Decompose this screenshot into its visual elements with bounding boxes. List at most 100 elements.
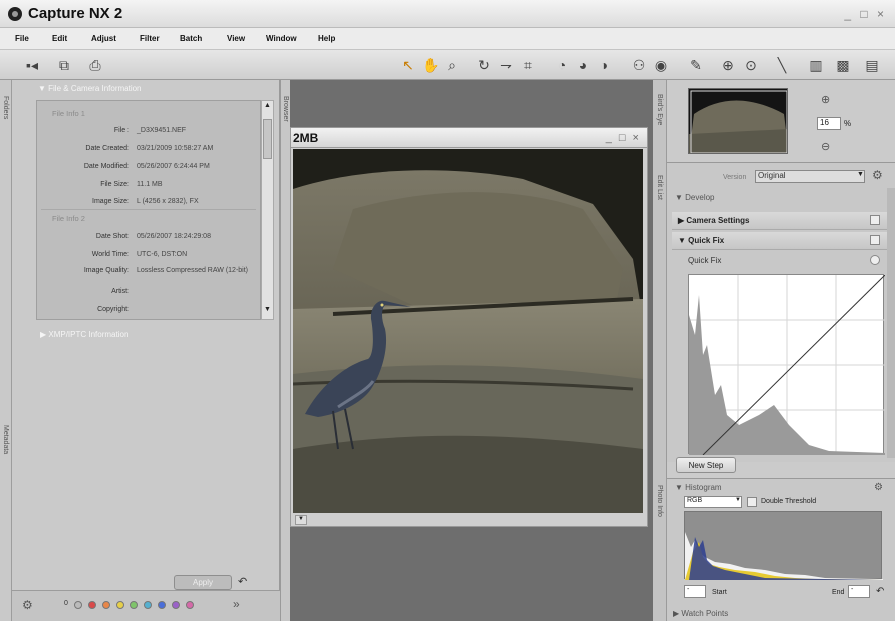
menu-window[interactable]: Window	[266, 34, 297, 43]
lasso-icon[interactable]: ▥	[806, 55, 826, 75]
title-bar: Capture NX 2 _ □ ×	[0, 0, 895, 28]
version-select[interactable]: Original	[755, 170, 865, 183]
apply-button[interactable]: Apply	[174, 575, 232, 590]
edit-list-scrollbar[interactable]	[887, 188, 895, 458]
image-menu-icon[interactable]: ▼	[295, 515, 307, 525]
scroll-down-icon[interactable]: ▼	[263, 306, 272, 316]
xmp-section-header[interactable]: ▶ XMP/IPTC Information	[40, 330, 128, 339]
quick-fix-checkbox[interactable]	[870, 235, 880, 245]
label-color-dot[interactable]	[172, 601, 180, 609]
tab-birds-eye[interactable]: Bird's Eye	[656, 94, 663, 125]
color-control-point-icon[interactable]: ⊕	[718, 55, 738, 75]
birds-eye-thumbnail[interactable]	[688, 88, 788, 154]
info-value: 03/21/2009 10:58:27 AM	[137, 145, 214, 152]
end-input[interactable]: -	[848, 585, 870, 598]
scroll-thumb[interactable]	[263, 119, 272, 159]
more-icon[interactable]: »	[233, 597, 240, 611]
browser-icon[interactable]: ⧉	[54, 55, 74, 75]
rotate-icon[interactable]: ↻	[474, 55, 494, 75]
reset-icon[interactable]: ↶	[876, 586, 884, 597]
menu-view[interactable]: View	[227, 34, 245, 43]
histogram-graph[interactable]	[684, 511, 883, 580]
direct-select-icon[interactable]: ↖	[398, 55, 418, 75]
file-camera-section-header[interactable]: ▼ File & Camera Information	[38, 84, 142, 93]
label-color-dot[interactable]	[186, 601, 194, 609]
label-color-dot[interactable]	[158, 601, 166, 609]
menu-filter[interactable]: Filter	[140, 34, 160, 43]
menu-batch[interactable]: Batch	[180, 34, 202, 43]
eye-icon[interactable]: ◉	[651, 55, 671, 75]
start-input[interactable]: -	[684, 585, 706, 598]
label-color-dot[interactable]	[144, 601, 152, 609]
fill-icon[interactable]: ▩	[833, 55, 853, 75]
photo-canvas[interactable]	[293, 149, 643, 513]
camera-settings-row[interactable]: ▶ Camera Settings	[672, 212, 887, 230]
info-label: Image Quality:	[83, 267, 129, 274]
quick-fix-row[interactable]: ▼ Quick Fix	[672, 232, 887, 250]
menu-adjust[interactable]: Adjust	[91, 34, 116, 43]
info-label: File Size:	[100, 181, 129, 188]
zoom-input[interactable]: 16	[817, 117, 841, 130]
image-window-titlebar[interactable]: 2MB _ □ ×	[291, 128, 647, 148]
double-threshold-checkbox[interactable]	[747, 497, 757, 507]
zoom-out-icon[interactable]: ⊖	[821, 140, 830, 153]
info-value: L (4256 x 2832), FX	[137, 198, 199, 205]
heron-photo	[293, 149, 643, 513]
undo-icon[interactable]: ↶	[238, 575, 247, 588]
black-control-point-icon[interactable]: ◔	[552, 55, 572, 75]
label-color-dot[interactable]	[88, 601, 96, 609]
window-controls[interactable]: _ □ ×	[844, 7, 887, 21]
retouch-brush-icon[interactable]: ✎	[686, 55, 706, 75]
app-logo-icon	[8, 7, 22, 21]
print-icon[interactable]: ⎙	[85, 55, 105, 75]
image-window-controls[interactable]: _ □ ×	[606, 132, 641, 144]
label-color-dot[interactable]	[74, 601, 82, 609]
histogram-header[interactable]: ▼ Histogram	[675, 483, 722, 492]
menu-file[interactable]: File	[15, 34, 29, 43]
workspace-icon[interactable]: ▪◂	[22, 55, 42, 75]
thumbnail-image	[689, 90, 787, 153]
zoom-icon[interactable]: ⌕	[442, 55, 462, 75]
label-color-dot[interactable]	[102, 601, 110, 609]
selection-control-point-icon[interactable]: ⊙	[741, 55, 761, 75]
label-color-dot[interactable]	[130, 601, 138, 609]
curves-plot	[689, 274, 886, 456]
straighten-icon[interactable]: ⇁	[496, 55, 516, 75]
file-info-box: File Info 1 File : _D3X9451.NEF Date Cre…	[36, 100, 261, 320]
tab-photo-info[interactable]: Photo Info	[656, 485, 663, 517]
tab-edit-list[interactable]: Edit List	[656, 175, 663, 200]
channel-select[interactable]: RGB	[684, 496, 742, 508]
gradient-icon[interactable]: ▤	[862, 55, 882, 75]
histogram-title: Histogram	[685, 483, 722, 492]
red-eye-icon[interactable]: ⚇	[629, 55, 649, 75]
toolbar: ▪◂ ⧉ ⎙ ↖ ✋ ⌕ ↻ ⇁ ⌗ ◔ ◕ ◑ ⚇ ◉ ✎ ⊕ ⊙ ╲ ▥ ▩…	[0, 50, 895, 80]
tab-browser[interactable]: Browser	[282, 96, 289, 122]
histogram-settings-icon[interactable]: ⚙	[874, 482, 883, 493]
histogram-plot	[685, 532, 883, 580]
label-zero[interactable]: 0	[64, 600, 68, 607]
white-control-point-icon[interactable]: ◕	[573, 55, 593, 75]
tab-folders[interactable]: Folders	[2, 96, 9, 119]
info-value: _D3X9451.NEF	[137, 127, 187, 134]
watch-points-header[interactable]: ▶ Watch Points	[673, 609, 728, 618]
curves-graph[interactable]	[688, 274, 886, 456]
develop-title: Develop	[685, 193, 715, 202]
settings-gear-icon[interactable]: ⚙	[22, 598, 33, 612]
menu-edit[interactable]: Edit	[52, 34, 67, 43]
edit-settings-gear-icon[interactable]: ⚙	[872, 168, 883, 182]
neutral-control-point-icon[interactable]: ◑	[594, 55, 614, 75]
hand-icon[interactable]: ✋	[421, 55, 441, 75]
tab-metadata[interactable]: Metadata	[2, 425, 9, 454]
zoom-in-icon[interactable]: ⊕	[821, 93, 830, 106]
new-step-button[interactable]: New Step	[676, 457, 736, 473]
quick-fix-radio[interactable]	[870, 255, 880, 265]
camera-settings-checkbox[interactable]	[870, 215, 880, 225]
menu-help[interactable]: Help	[318, 34, 335, 43]
info-scrollbar[interactable]: ▲ ▼	[261, 100, 274, 320]
selection-brush-icon[interactable]: ╲	[772, 55, 792, 75]
label-color-dot[interactable]	[116, 601, 124, 609]
info-value: Lossless Compressed RAW (12-bit)	[137, 267, 248, 274]
develop-header[interactable]: ▼ Develop	[675, 193, 715, 202]
crop-icon[interactable]: ⌗	[518, 55, 538, 75]
scroll-up-icon[interactable]: ▲	[263, 102, 272, 112]
